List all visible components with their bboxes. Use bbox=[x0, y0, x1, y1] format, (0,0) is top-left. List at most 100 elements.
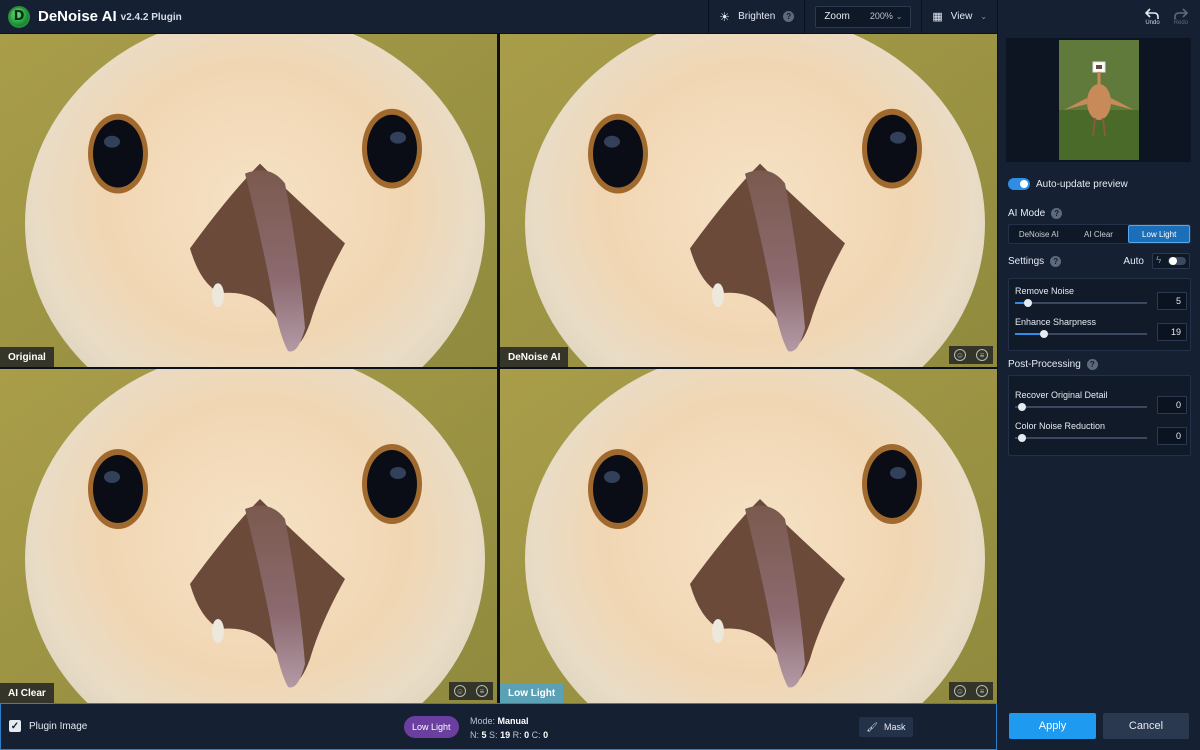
tab-ai-clear[interactable]: AI Clear bbox=[1069, 225, 1129, 243]
app-version: v2.4.2 Plugin bbox=[120, 12, 182, 23]
view-grid-icon: ▦ bbox=[932, 11, 943, 23]
rating-buttons: ☺ ≡ bbox=[949, 346, 993, 364]
c-label: C: bbox=[531, 730, 541, 740]
thumbnail-image bbox=[1059, 40, 1139, 160]
brighten-button[interactable]: ☀ Brighten ? bbox=[719, 9, 795, 24]
post-processing-box: Recover Original Detail 0 Color Noise Re… bbox=[1008, 375, 1191, 456]
ai-mode-label: AI Mode bbox=[1008, 208, 1046, 219]
undo-label: Undo bbox=[1145, 19, 1160, 26]
auto-update-row: Auto-update preview bbox=[1008, 178, 1128, 190]
help-icon[interactable]: ? bbox=[783, 11, 795, 22]
view-button[interactable]: ▦ View ⌄ bbox=[932, 10, 987, 23]
settings-label: Settings bbox=[1008, 256, 1045, 267]
preview-image bbox=[500, 369, 997, 703]
slider-knob[interactable] bbox=[1024, 299, 1032, 307]
remove-noise-slider[interactable] bbox=[1015, 299, 1147, 307]
lightning-icon: ϟ bbox=[1156, 255, 1162, 266]
app-title: DeNoise AI bbox=[38, 8, 117, 25]
post-processing-title: Post-Processing ? bbox=[1008, 359, 1098, 370]
tab-denoise-ai[interactable]: DeNoise AI bbox=[1009, 225, 1069, 243]
preview-image bbox=[0, 34, 497, 367]
recover-detail-slider-block: Recover Original Detail 0 bbox=[1015, 390, 1187, 414]
sun-icon: ☀ bbox=[719, 9, 731, 24]
smile-icon[interactable]: ☺ bbox=[954, 349, 966, 361]
zoom-label: Zoom bbox=[824, 11, 850, 22]
post-processing-label: Post-Processing bbox=[1008, 359, 1081, 370]
action-bar: Apply Cancel bbox=[997, 703, 1200, 750]
auto-settings-toggle[interactable]: ϟ bbox=[1152, 253, 1190, 269]
help-icon[interactable]: ? bbox=[1050, 256, 1062, 267]
color-noise-input[interactable]: 0 bbox=[1157, 427, 1187, 445]
apply-button[interactable]: Apply bbox=[1009, 713, 1096, 739]
s-value: 19 bbox=[500, 730, 511, 740]
help-icon[interactable]: ? bbox=[1051, 208, 1063, 219]
remove-noise-input[interactable]: 5 bbox=[1157, 292, 1187, 310]
zoom-select[interactable]: Zoom 200% ⌄ bbox=[815, 5, 912, 28]
view-label: View bbox=[950, 11, 973, 22]
plugin-image-label: Plugin Image bbox=[29, 720, 88, 732]
navigator-thumbnail[interactable] bbox=[1006, 38, 1191, 162]
smile-icon[interactable]: ☺ bbox=[954, 685, 966, 697]
panel-label-original: Original bbox=[0, 347, 54, 367]
mode-info: Mode: Manual N: 5 S: 19 R: 0 C: 0 bbox=[470, 714, 548, 742]
slider-knob[interactable] bbox=[1018, 403, 1026, 411]
r-label: R: bbox=[512, 730, 522, 740]
plugin-image-row: ✓ Plugin Image bbox=[9, 720, 87, 732]
panel-original[interactable]: Original bbox=[0, 34, 497, 367]
top-bar: D DeNoise AI v2.4.2 Plugin ☀ Brighten ? … bbox=[0, 0, 1200, 34]
plugin-image-checkbox[interactable]: ✓ bbox=[9, 720, 21, 732]
enhance-sharpness-slider[interactable] bbox=[1015, 330, 1147, 338]
panel-denoise-ai[interactable]: DeNoise AI ☺ ≡ bbox=[500, 34, 997, 367]
mode-caption: Mode: bbox=[470, 716, 496, 726]
undo-redo-group: Undo Redo bbox=[997, 0, 1200, 34]
undo-button[interactable]: Undo bbox=[1145, 7, 1160, 26]
chevron-down-icon: ⌄ bbox=[980, 12, 987, 21]
rating-buttons: ☺ ≡ bbox=[449, 682, 493, 700]
slider-knob[interactable] bbox=[1040, 330, 1048, 338]
smile-icon[interactable]: ☺ bbox=[454, 685, 466, 697]
s-label: S: bbox=[489, 730, 498, 740]
panel-ai-clear[interactable]: AI Clear ☺ ≡ bbox=[0, 369, 497, 703]
recover-detail-input[interactable]: 0 bbox=[1157, 396, 1187, 414]
zoom-group: Zoom 200% ⌄ bbox=[804, 0, 921, 34]
redo-button[interactable]: Redo bbox=[1173, 7, 1188, 26]
bottom-bar: ✓ Plugin Image Low Light Mode: Manual N:… bbox=[0, 703, 997, 750]
toggle-knob bbox=[1168, 257, 1186, 265]
enhance-sharpness-input[interactable]: 19 bbox=[1157, 323, 1187, 341]
mask-label: Mask bbox=[883, 722, 906, 732]
mode-badge: Low Light bbox=[404, 716, 459, 738]
mask-button[interactable]: 🖌 Mask bbox=[859, 717, 913, 737]
view-group: ▦ View ⌄ bbox=[921, 0, 997, 34]
redo-label: Redo bbox=[1173, 19, 1188, 26]
slider-knob[interactable] bbox=[1018, 434, 1026, 442]
tab-low-light[interactable]: Low Light bbox=[1128, 225, 1191, 243]
brighten-group: ☀ Brighten ? bbox=[708, 0, 804, 34]
recover-detail-slider[interactable] bbox=[1015, 403, 1147, 411]
preview-grid: Original DeNoise AI ☺ ≡ AI Clear ☺ ≡ Low… bbox=[0, 34, 997, 703]
panel-label-low-light: Low Light bbox=[500, 683, 564, 703]
n-value: 5 bbox=[481, 730, 487, 740]
brush-icon: 🖌 bbox=[866, 721, 878, 732]
auto-update-toggle[interactable] bbox=[1008, 178, 1030, 190]
mode-value: Manual bbox=[497, 716, 529, 726]
ai-mode-tabs: DeNoise AI AI Clear Low Light bbox=[1008, 224, 1191, 244]
cancel-button[interactable]: Cancel bbox=[1103, 713, 1189, 739]
remove-noise-slider-block: Remove Noise 5 bbox=[1015, 286, 1187, 310]
preview-image bbox=[0, 369, 497, 703]
n-label: N: bbox=[470, 730, 479, 740]
enhance-sharpness-slider-block: Enhance Sharpness 19 bbox=[1015, 317, 1187, 341]
help-icon[interactable]: ? bbox=[1086, 359, 1098, 370]
preview-image bbox=[500, 34, 997, 367]
panel-low-light[interactable]: Low Light ☺ ≡ bbox=[500, 369, 997, 703]
settings-title: Settings ? bbox=[1008, 256, 1062, 267]
ai-mode-title: AI Mode ? bbox=[1008, 208, 1063, 219]
settings-sidebar: Auto-update preview AI Mode ? DeNoise AI… bbox=[997, 34, 1200, 703]
auto-label: Auto bbox=[1123, 255, 1144, 267]
neutral-face-icon[interactable]: ≡ bbox=[976, 685, 988, 697]
settings-box: Remove Noise 5 Enhance Sharpness 19 bbox=[1008, 278, 1191, 351]
brighten-label: Brighten bbox=[738, 11, 776, 22]
color-noise-slider[interactable] bbox=[1015, 434, 1147, 442]
neutral-face-icon[interactable]: ≡ bbox=[976, 349, 988, 361]
chevron-down-icon: ⌄ bbox=[895, 12, 903, 21]
neutral-face-icon[interactable]: ≡ bbox=[476, 685, 488, 697]
